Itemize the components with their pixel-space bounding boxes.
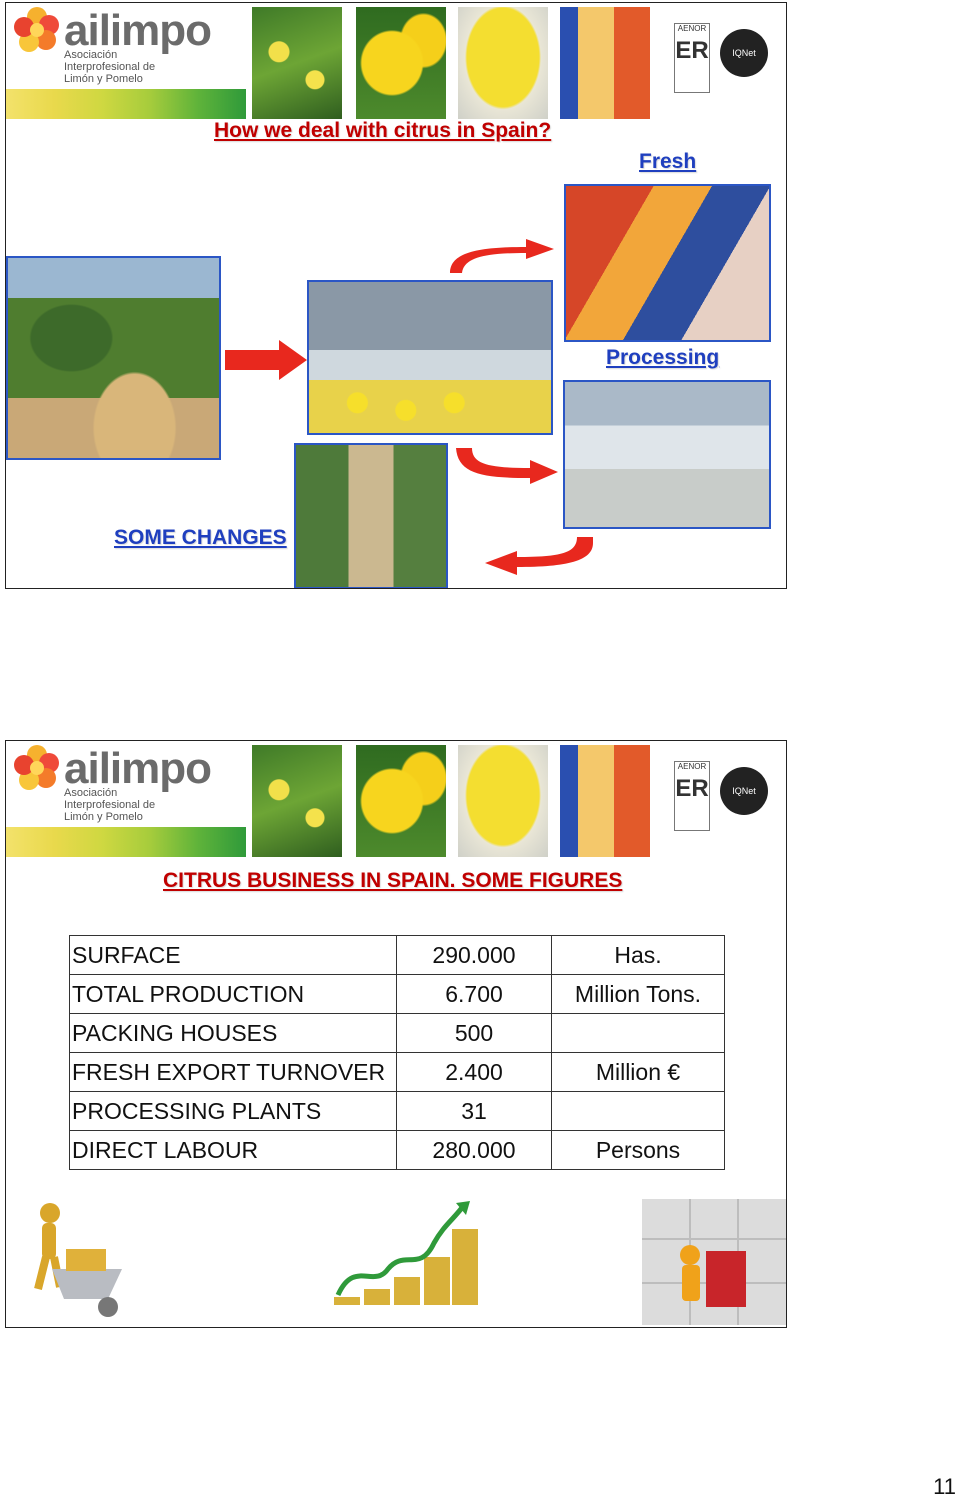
figure-value: 280.000: [396, 1130, 552, 1170]
figure-unit: Million €: [551, 1052, 725, 1092]
wheelbarrow-puzzle-icon: [34, 1203, 122, 1317]
processing-plant-photo: [563, 380, 771, 529]
lemons-photo: [356, 745, 446, 857]
slide-header: ailimpo Asociación Interprofesional de L…: [6, 741, 786, 859]
label-fresh: Fresh: [639, 150, 697, 173]
figures-row: TOTAL PRODUCTION 6.700 Million Tons.: [69, 974, 725, 1014]
aenor-cert-icon: AENOR ER: [674, 761, 710, 831]
brand-color-stripe: [6, 89, 246, 119]
label-processing: Processing: [606, 346, 720, 369]
figure-value: 2.400: [396, 1052, 552, 1092]
arrow-to-processing-icon: [456, 448, 558, 484]
arrow-to-fresh-icon: [450, 239, 554, 273]
lemon-tree-photo: [252, 7, 342, 119]
figure-unit: Has.: [551, 935, 725, 975]
figure-unit: Persons: [551, 1130, 725, 1170]
slide-citrus-figures: ailimpo Asociación Interprofesional de L…: [5, 740, 787, 1328]
harvest-photo: [6, 256, 221, 460]
packing-line-photo: [307, 280, 553, 435]
figures-row: PROCESSING PLANTS 31: [69, 1091, 725, 1131]
page-number: 11: [933, 1474, 956, 1499]
figures-row: SURFACE 290.000 Has.: [69, 935, 725, 975]
arrow-return-icon: [485, 537, 593, 575]
figures-row: FRESH EXPORT TURNOVER 2.400 Million €: [69, 1052, 725, 1092]
figure-unit: [551, 1091, 725, 1131]
figures-row: DIRECT LABOUR 280.000 Persons: [69, 1130, 725, 1170]
figure-label: DIRECT LABOUR: [69, 1130, 397, 1170]
squeezed-lemon-photo: [458, 745, 548, 857]
arrow-to-packing-icon: [225, 340, 307, 380]
ailimpo-flower-logo-icon: [14, 745, 59, 790]
figure-label: PROCESSING PLANTS: [69, 1091, 397, 1131]
brand-subtitle: Asociación Interprofesional de Limón y P…: [64, 787, 156, 823]
juice-glass-photo: [560, 7, 650, 119]
figure-label: PACKING HOUSES: [69, 1013, 397, 1053]
figure-label: SURFACE: [69, 935, 397, 975]
slide-citrus-process: ailimpo Asociación Interprofesional de L…: [5, 2, 787, 589]
ailimpo-flower-logo-icon: [14, 7, 59, 52]
brand-color-stripe: [6, 827, 246, 857]
figure-unit: [551, 1013, 725, 1053]
lemons-photo: [356, 7, 446, 119]
iqnet-cert-icon: IQNet: [720, 29, 768, 77]
figures-row: PACKING HOUSES 500: [69, 1013, 725, 1053]
puzzle-figure-icon: [642, 1199, 786, 1325]
squeezed-lemon-photo: [458, 7, 548, 119]
iqnet-cert-icon: IQNet: [720, 767, 768, 815]
juice-glass-photo: [560, 745, 650, 857]
figures-table: SURFACE 290.000 Has. TOTAL PRODUCTION 6.700 M…: [69, 935, 725, 1170]
lemon-tree-photo: [252, 745, 342, 857]
figure-label: TOTAL PRODUCTION: [69, 974, 397, 1014]
slide-title: CITRUS BUSINESS IN SPAIN. SOME FIGURES: [163, 869, 623, 892]
slide-header: ailimpo Asociación Interprofesional de L…: [6, 3, 786, 121]
coin-growth-chart-icon: [334, 1201, 478, 1305]
figure-unit: Million Tons.: [551, 974, 725, 1014]
slide-title: How we deal with citrus in Spain?: [214, 119, 552, 142]
aenor-cert-icon: AENOR ER: [674, 23, 710, 93]
label-some-changes: SOME CHANGES: [114, 526, 287, 549]
figure-label: FRESH EXPORT TURNOVER: [69, 1052, 397, 1092]
figure-value: 500: [396, 1013, 552, 1053]
brand-subtitle: Asociación Interprofesional de Limón y P…: [64, 49, 156, 85]
figure-value: 6.700: [396, 974, 552, 1014]
figure-value: 31: [396, 1091, 552, 1131]
fresh-boxes-photo: [564, 184, 771, 342]
orchard-path-photo: [294, 443, 448, 588]
brand-name: ailimpo: [64, 744, 212, 793]
brand-name: ailimpo: [64, 6, 212, 55]
figure-value: 290.000: [396, 935, 552, 975]
